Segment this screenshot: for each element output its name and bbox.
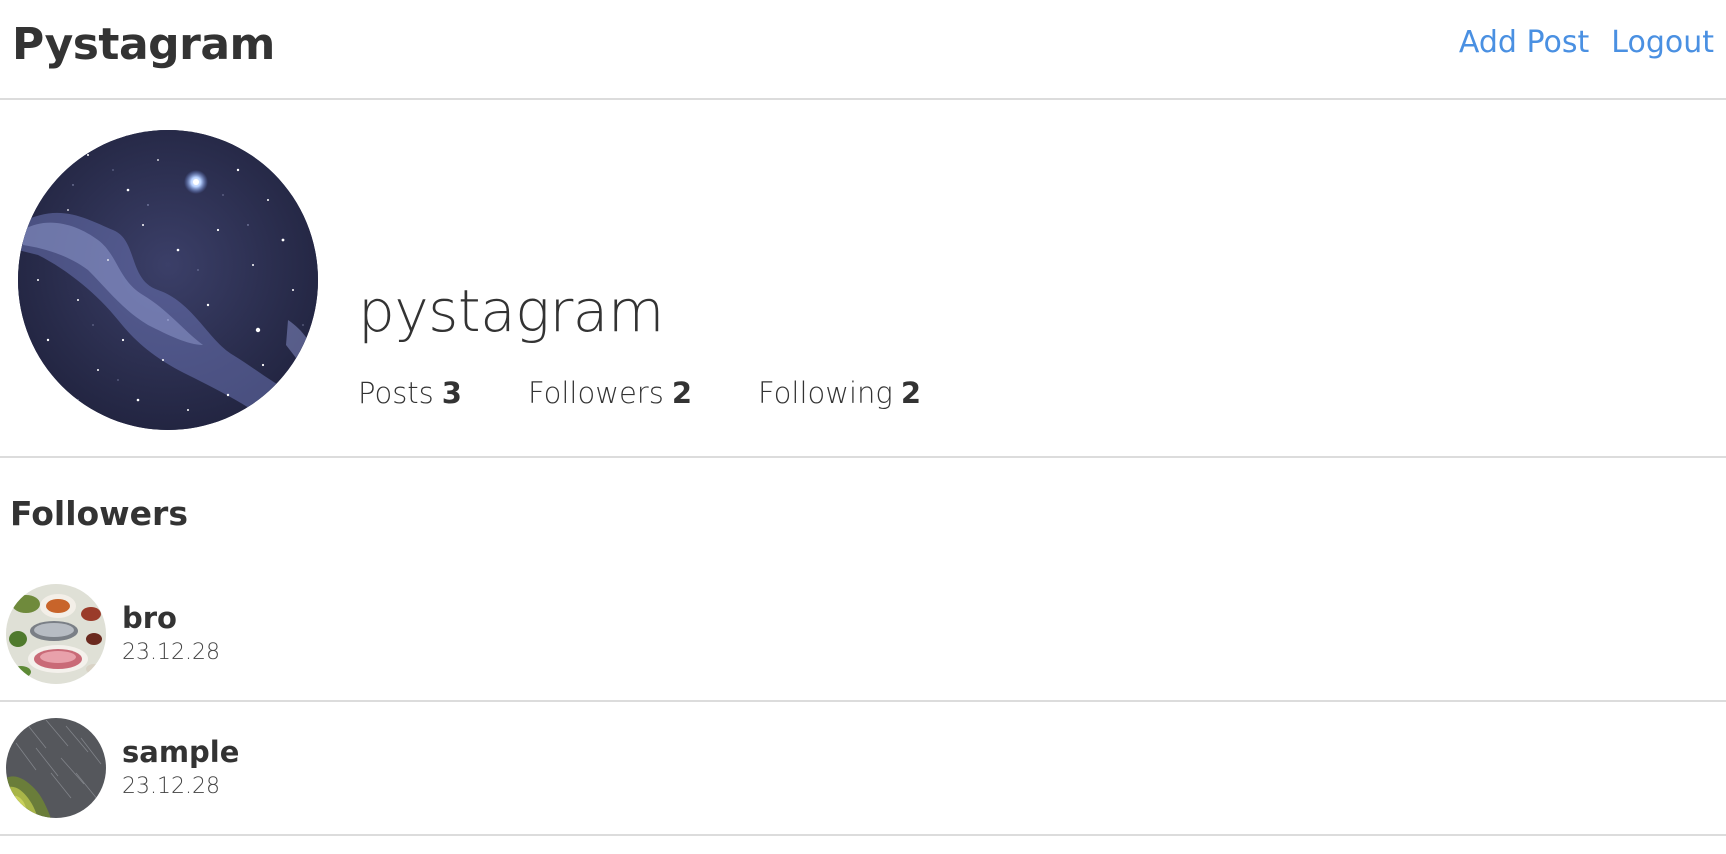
- stat-posts-label: Posts: [358, 376, 434, 410]
- profile-username: pystagram: [358, 277, 664, 345]
- stat-following[interactable]: Following 2: [758, 376, 921, 410]
- profile-stats: Posts 3 Followers 2 Following 2: [358, 376, 987, 410]
- follower-text: bro 23.12.28: [122, 602, 220, 666]
- brand-logo-text[interactable]: Pystagram: [12, 19, 275, 70]
- followers-section: Followers bro 23.12.28 sample 23.12.28: [0, 458, 1726, 836]
- profile-header: pystagram Posts 3 Followers 2 Following 2: [0, 100, 1726, 458]
- follower-date: 23.12.28: [122, 774, 220, 800]
- follower-avatar[interactable]: [6, 584, 106, 684]
- follower-name[interactable]: bro: [122, 602, 220, 635]
- follower-date: 23.12.28: [122, 640, 220, 666]
- galaxy-image: [18, 130, 318, 430]
- add-post-link[interactable]: Add Post: [1459, 25, 1589, 60]
- follower-list: bro 23.12.28 sample 23.12.28: [0, 568, 1726, 836]
- star-trails-image: [6, 718, 106, 818]
- profile-avatar[interactable]: [18, 130, 318, 430]
- list-item[interactable]: sample 23.12.28: [0, 702, 1726, 836]
- header-nav: Add Post Logout: [1459, 25, 1714, 60]
- stat-followers-count: 2: [671, 376, 693, 410]
- follower-text: sample 23.12.28: [122, 736, 239, 800]
- stat-following-label: Following: [758, 376, 893, 410]
- stat-followers-label: Followers: [527, 376, 664, 410]
- list-item[interactable]: bro 23.12.28: [0, 568, 1726, 702]
- stat-followers[interactable]: Followers 2: [528, 376, 692, 410]
- food-image: [6, 584, 106, 684]
- followers-section-title: Followers: [10, 494, 188, 533]
- stat-posts-count: 3: [441, 376, 462, 410]
- follower-avatar[interactable]: [6, 718, 106, 818]
- follower-name[interactable]: sample: [122, 736, 239, 769]
- stat-following-count: 2: [900, 376, 922, 410]
- logout-link[interactable]: Logout: [1611, 25, 1714, 60]
- top-nav-bar: Pystagram Add Post Logout: [0, 0, 1726, 100]
- stat-posts[interactable]: Posts 3: [358, 376, 462, 410]
